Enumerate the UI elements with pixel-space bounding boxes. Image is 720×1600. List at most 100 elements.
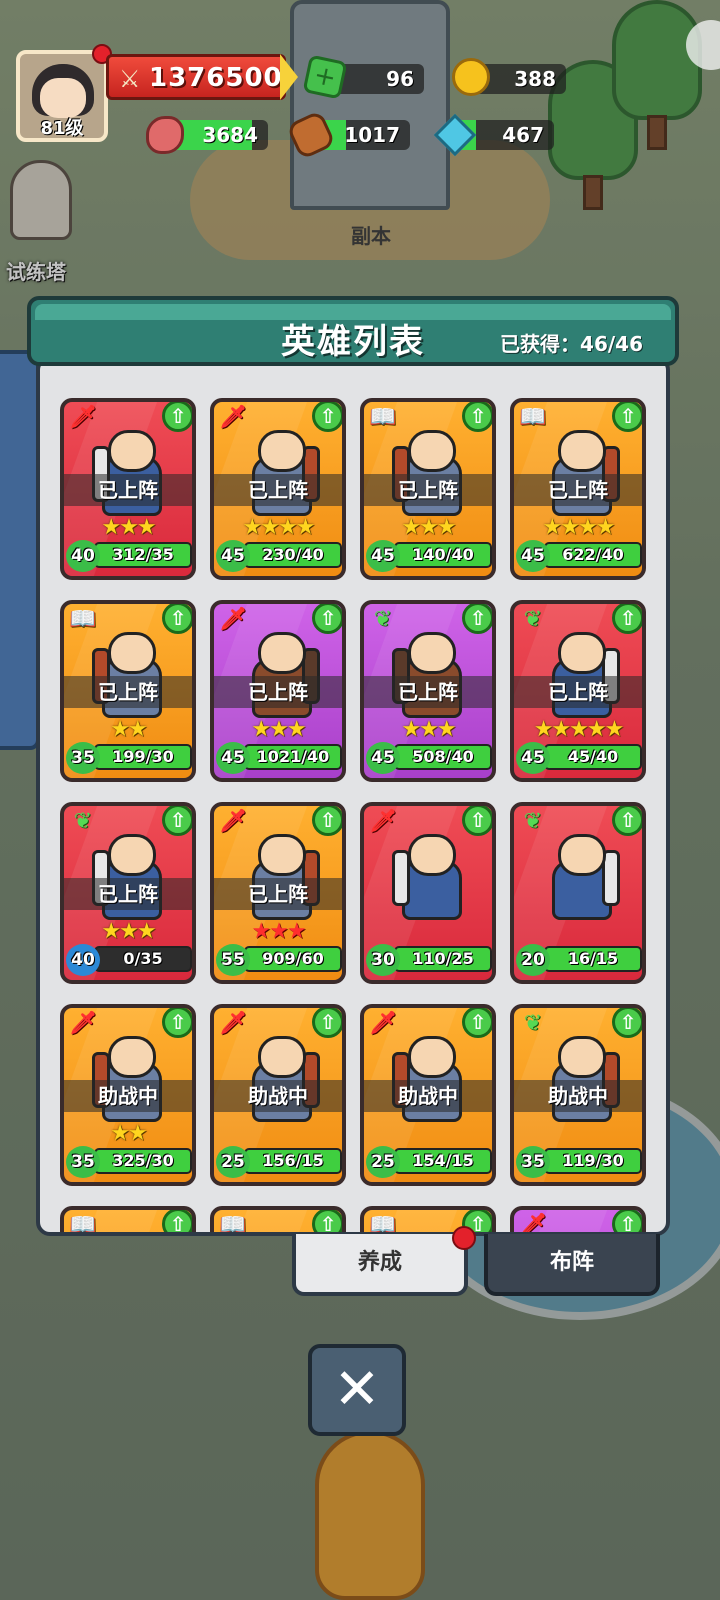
hero-card[interactable]: ❦ ⇧ 16/15 20 — [510, 802, 646, 984]
hero-star-rating: ★★★ — [401, 717, 456, 742]
hero-status-label: 已上阵 — [514, 474, 642, 506]
dagger-class-icon: 🗡 — [519, 1213, 547, 1236]
hero-star-rating: ★★★ — [401, 515, 456, 540]
crossed-swords-icon: ⚔ — [119, 65, 141, 93]
hero-card[interactable]: 📖 ⇧ 已上阵 ★★★★ 622/40 45 — [510, 398, 646, 580]
upgrade-arrow-icon: ⇧ — [162, 806, 192, 836]
hero-card[interactable]: 🗡 ⇧ 助战中 ★★ 325/30 35 — [60, 1004, 196, 1186]
hero-level-badge: 20 — [516, 944, 550, 976]
hero-card[interactable]: 📖 ⇧ — [60, 1206, 196, 1236]
hero-star-rating: ★★★ — [251, 919, 306, 944]
progress-text: 0/35 — [123, 949, 163, 968]
hero-head — [258, 430, 306, 472]
hero-card[interactable]: 📖 ⇧ 已上阵 ★★ 199/30 35 — [60, 600, 196, 782]
hero-card[interactable]: 🗡 ⇧ 已上阵 ★★★ 312/35 40 — [60, 398, 196, 580]
gold-value: 388 — [514, 67, 556, 91]
hero-card[interactable]: 🗡 ⇧ 110/25 30 — [360, 802, 496, 984]
hero-card[interactable]: 📖 ⇧ — [360, 1206, 496, 1236]
hero-card[interactable]: 🗡 ⇧ 已上阵 ★★★ 1021/40 45 — [210, 600, 346, 782]
hero-card[interactable]: ❦ ⇧ 已上阵 ★★★ 0/35 40 — [60, 802, 196, 984]
close-button[interactable]: ✕ — [308, 1344, 406, 1436]
leaf-class-icon: ❦ — [523, 1011, 543, 1036]
hero-card[interactable]: 🗡 ⇧ 助战中 154/15 25 — [360, 1004, 496, 1186]
hero-status-label: 已上阵 — [64, 474, 192, 506]
dagger-class-icon: 🗡 — [219, 1011, 247, 1036]
combat-power-panel: ⚔ 1376500 — [106, 54, 286, 100]
upgrade-arrow-icon: ⇧ — [612, 604, 642, 634]
crystal-value: 467 — [502, 123, 544, 147]
hero-level-badge: 45 — [366, 540, 400, 572]
combat-power-value: 1376500 — [149, 63, 283, 93]
hero-card[interactable]: 🗡 ⇧ 助战中 156/15 25 — [210, 1004, 346, 1186]
hero-shard-progress: 45/40 — [544, 744, 642, 770]
upgrade-arrow-icon: ⇧ — [462, 806, 492, 836]
hero-shard-progress: 1021/40 — [244, 744, 342, 770]
hero-level-badge: 45 — [216, 742, 250, 774]
leaf-class-icon: ❦ — [523, 809, 543, 834]
hero-level-badge: 45 — [516, 742, 550, 774]
hero-list-panel: 🗡 ⇧ 已上阵 ★★★ 312/35 40 🗡 ⇧ 已上阵 ★★★★ 230/40 45 📖 ⇧ 已上阵 ★★… — [36, 356, 670, 1236]
hero-list-header: 英雄列表 已获得：46/46 — [27, 296, 679, 366]
hero-head — [558, 1036, 606, 1078]
hero-head — [108, 1036, 156, 1078]
hero-status-label: 已上阵 — [214, 878, 342, 910]
book-class-icon: 📖 — [369, 1213, 397, 1236]
hero-head — [558, 632, 606, 674]
hero-shard-progress: 0/35 — [94, 946, 192, 972]
hero-shard-progress: 312/35 — [94, 542, 192, 568]
hero-level-badge: 30 — [366, 944, 400, 976]
hero-head — [108, 834, 156, 876]
dagger-class-icon: 🗡 — [69, 1011, 97, 1036]
book-class-icon: 📖 — [519, 405, 547, 430]
hero-head — [108, 632, 156, 674]
wood-value: 1017 — [344, 123, 400, 147]
hero-star-rating: ★★★ — [101, 919, 156, 944]
progress-text: 909/60 — [262, 949, 324, 968]
dagger-class-icon: 🗡 — [369, 809, 397, 834]
hero-card[interactable]: ❦ ⇧ 已上阵 ★★★ 508/40 45 — [360, 600, 496, 782]
upgrade-arrow-icon: ⇧ — [312, 1008, 342, 1038]
hero-shard-progress: 622/40 — [544, 542, 642, 568]
hero-star-rating: ★★★★ — [542, 515, 616, 540]
hero-shard-progress: 325/30 — [94, 1148, 192, 1174]
progress-text: 140/40 — [412, 545, 474, 564]
floating-menu-button[interactable] — [686, 20, 720, 70]
book-class-icon: 📖 — [69, 607, 97, 632]
gem-plus-icon[interactable]: + — [302, 54, 348, 100]
leaf-class-icon: ❦ — [73, 809, 93, 834]
upgrade-arrow-icon: ⇧ — [612, 402, 642, 432]
hero-level-badge: 40 — [66, 944, 100, 976]
progress-text: 110/25 — [412, 949, 474, 968]
hero-shard-progress: 154/15 — [394, 1148, 492, 1174]
leaf-class-icon: ❦ — [373, 607, 393, 632]
wood-log-icon — [285, 109, 337, 161]
upgrade-arrow-icon: ⇧ — [312, 806, 342, 836]
hero-portrait — [542, 830, 622, 920]
hero-card[interactable]: 📖 ⇧ 已上阵 ★★★ 140/40 45 — [360, 398, 496, 580]
hero-level-badge: 55 — [216, 944, 250, 976]
combat-power-ribbon — [280, 54, 298, 100]
hero-card[interactable]: 📖 ⇧ — [210, 1206, 346, 1236]
hero-head — [558, 430, 606, 472]
upgrade-arrow-icon: ⇧ — [462, 604, 492, 634]
hero-card[interactable]: ❦ ⇧ 助战中 119/30 35 — [510, 1004, 646, 1186]
hero-head — [408, 1036, 456, 1078]
hero-card[interactable]: 🗡 ⇧ — [510, 1206, 646, 1236]
hero-level-badge: 45 — [516, 540, 550, 572]
hero-card[interactable]: 🗡 ⇧ 已上阵 ★★★ 909/60 55 — [210, 802, 346, 984]
progress-text: 16/15 — [567, 949, 619, 968]
hero-head — [258, 834, 306, 876]
avatar-face — [40, 78, 86, 118]
book-class-icon: 📖 — [219, 1213, 247, 1236]
progress-text: 45/40 — [567, 747, 619, 766]
tab-formation[interactable]: 布阵 — [484, 1234, 660, 1296]
tab-train[interactable]: 养成 — [292, 1234, 468, 1296]
progress-text: 312/35 — [112, 545, 174, 564]
hero-status-label: 已上阵 — [214, 474, 342, 506]
hero-card[interactable]: ❦ ⇧ 已上阵 ★★★★★ 45/40 45 — [510, 600, 646, 782]
book-class-icon: 📖 — [69, 1213, 97, 1236]
hero-card[interactable]: 🗡 ⇧ 已上阵 ★★★★ 230/40 45 — [210, 398, 346, 580]
progress-text: 156/15 — [262, 1151, 324, 1170]
progress-text: 154/15 — [412, 1151, 474, 1170]
hero-head — [258, 632, 306, 674]
